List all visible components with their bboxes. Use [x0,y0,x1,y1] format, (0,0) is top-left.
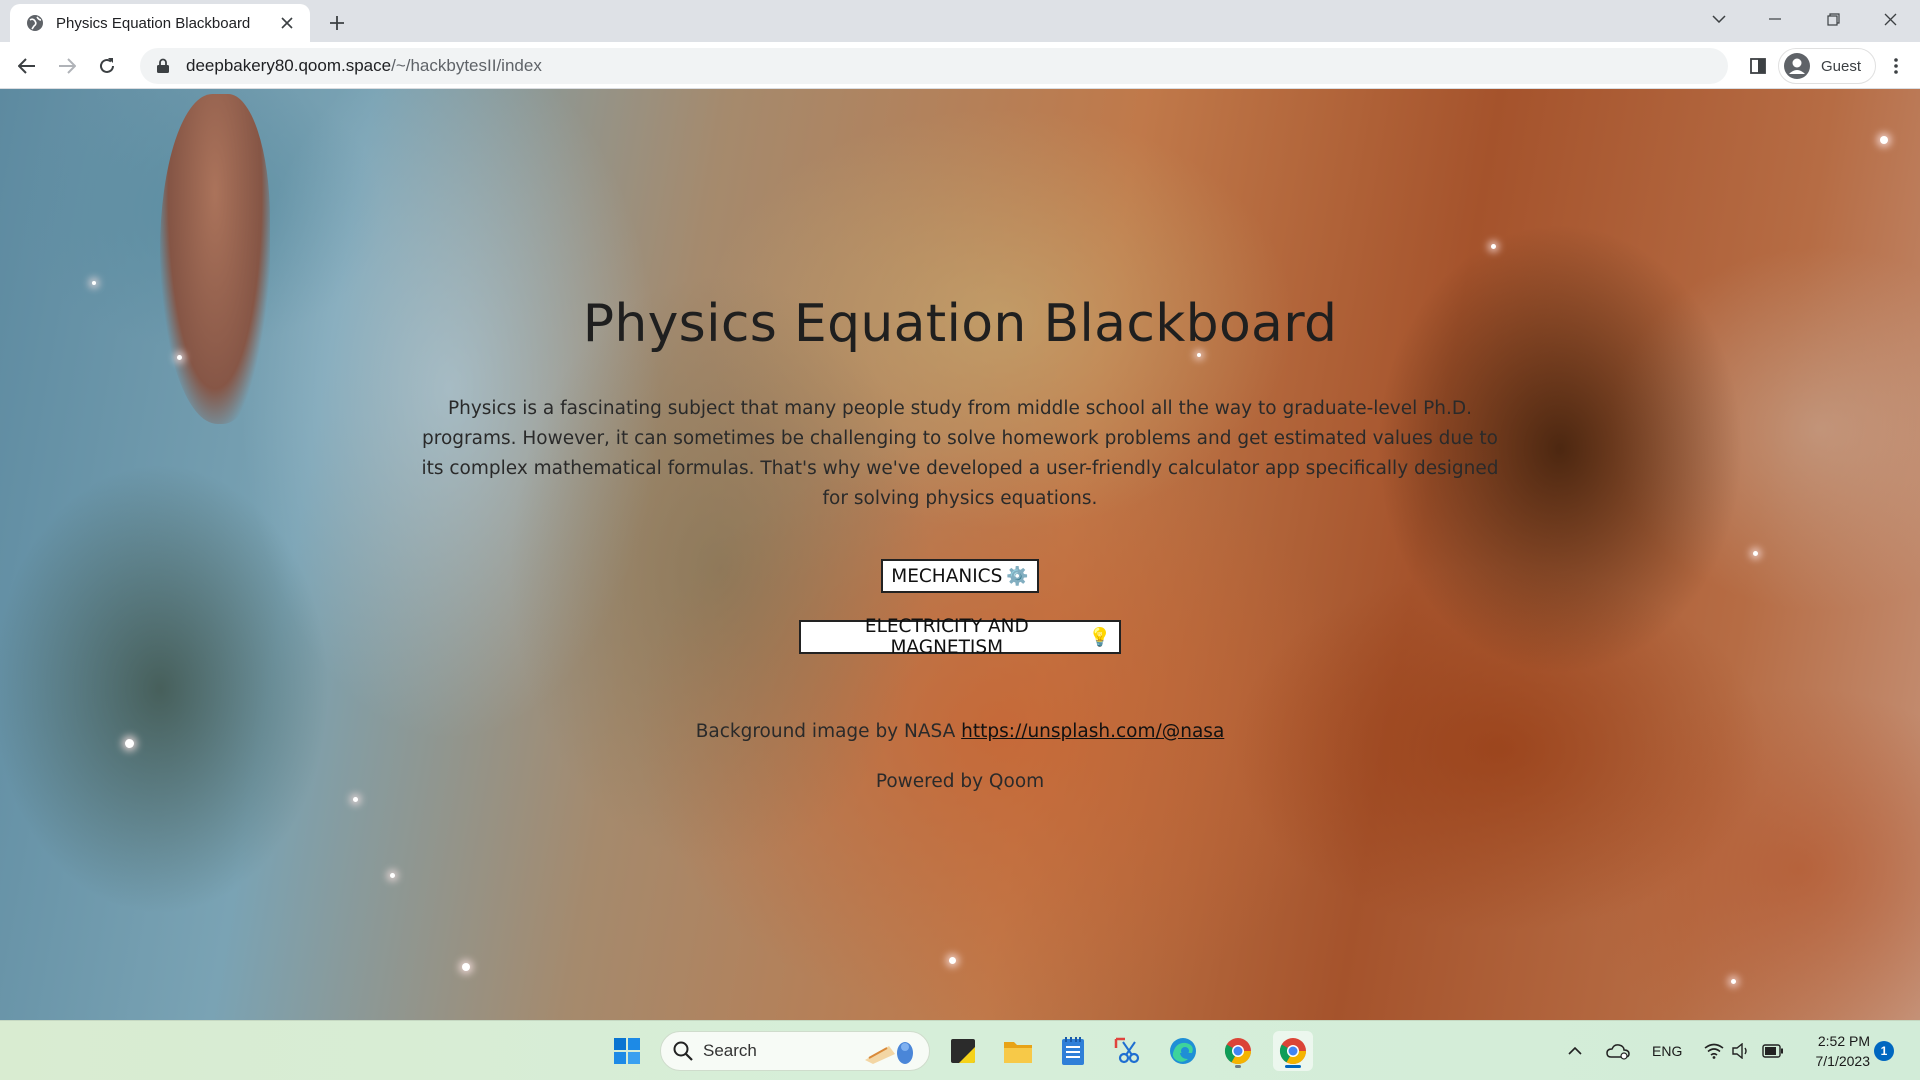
clock-date: 7/1/2023 [1815,1053,1871,1069]
chrome-icon[interactable] [1218,1031,1258,1071]
reload-icon[interactable] [91,50,123,82]
chrome-active-icon[interactable] [1273,1031,1313,1071]
profile-avatar-icon [1783,52,1811,80]
volume-icon[interactable] [1732,1021,1750,1080]
clock[interactable]: 2:52 PM 7/1/2023 [1794,1031,1871,1071]
tab-title: Physics Equation Blackboard [56,14,251,32]
clock-time: 2:52 PM [1817,1033,1870,1049]
light-bulb-icon: 💡 [1088,626,1111,648]
star-decoration [1491,244,1496,249]
powered-by: Powered by Qoom [875,771,1045,792]
show-hidden-icons-chevron-icon[interactable] [1568,1021,1582,1080]
side-panel-icon[interactable] [1742,50,1774,82]
url-host: deepbakery80.qoom.space [186,56,392,75]
active-window-indicator [1285,1065,1301,1068]
credit-text: Background image by NASA [695,721,962,742]
star-decoration [92,281,96,285]
url-text: deepbakery80.qoom.space/~/hackbytesII/in… [186,56,542,76]
tab-active[interactable]: Physics Equation Blackboard [10,4,310,42]
profile-label: Guest [1821,57,1862,75]
language-indicator[interactable]: ENG [1652,1021,1682,1080]
star-decoration [1731,979,1736,984]
back-arrow-icon[interactable] [11,50,43,82]
minimize-button[interactable] [1748,0,1802,38]
running-indicator [1235,1065,1241,1068]
address-bar[interactable]: deepbakery80.qoom.space/~/hackbytesII/in… [140,48,1728,84]
image-credit: Background image by NASA https://unsplas… [0,721,1920,742]
profile-button[interactable]: Guest [1778,48,1877,84]
restore-button[interactable] [1806,0,1860,38]
star-decoration [1880,136,1888,144]
browser-toolbar: deepbakery80.qoom.space/~/hackbytesII/in… [0,42,1920,89]
search-icon [673,1041,693,1061]
mechanics-button-label: MECHANICS [891,565,1003,587]
gear-icon: ⚙️ [1006,565,1029,587]
star-decoration [390,873,395,878]
page-title: Physics Equation Blackboard [582,294,1338,354]
intro-paragraph: Physics is a fascinating subject that ma… [421,398,1499,509]
snipping-tool-icon[interactable] [1108,1031,1148,1071]
wifi-icon[interactable] [1704,1021,1724,1080]
onedrive-icon[interactable] [1606,1021,1630,1080]
tab-search-chevron-icon[interactable] [1692,0,1746,38]
star-decoration [1753,551,1758,556]
notepad-icon[interactable] [1053,1031,1093,1071]
credit-link[interactable]: https://unsplash.com/@nasa [961,721,1224,742]
battery-icon[interactable] [1762,1021,1784,1080]
mechanics-button[interactable]: MECHANICS ⚙️ [881,559,1039,593]
lock-icon[interactable] [156,58,172,74]
notification-badge[interactable]: 1 [1874,1041,1894,1061]
windows-start-icon[interactable] [607,1031,647,1071]
search-highlight-icon [859,1038,919,1071]
url-path: /~/hackbytesII/index [391,56,542,75]
page-viewport: Physics Equation Blackboard Physics is a… [0,89,1920,1020]
star-decoration [949,957,956,964]
star-decoration [177,355,182,360]
new-tab-button[interactable] [323,9,351,37]
nebula-pillar-decoration [160,94,270,424]
sticky-notes-icon[interactable] [943,1031,983,1071]
tab-strip: Physics Equation Blackboard [0,0,1920,42]
file-explorer-icon[interactable] [998,1031,1038,1071]
em-button-label: ELECTRICITY AND MAGNETISM [864,616,1029,658]
star-decoration [353,797,358,802]
globe-icon [26,14,44,32]
edge-browser-icon[interactable] [1163,1031,1203,1071]
forward-arrow-icon[interactable] [51,50,83,82]
kebab-menu-icon[interactable] [1880,50,1912,82]
search-placeholder: Search [703,1041,757,1060]
star-decoration [462,963,470,971]
close-window-button[interactable] [1863,0,1917,38]
taskbar-search[interactable]: Search [660,1031,930,1071]
close-tab-icon[interactable] [276,12,298,34]
taskbar: Search ENG 2:52 PM 7/1/2023 1 [0,1020,1920,1080]
electricity-magnetism-button[interactable]: ELECTRICITY AND MAGNETISM 💡 [799,616,1121,658]
